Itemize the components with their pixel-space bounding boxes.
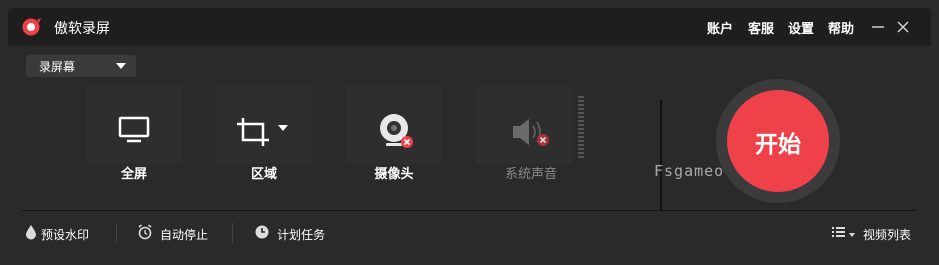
app-title: 傲软录屏 bbox=[54, 21, 110, 37]
audio-level-meter bbox=[578, 96, 584, 158]
scheduled-task-button[interactable]: 计划任务 bbox=[277, 226, 325, 243]
app-logo-icon bbox=[22, 18, 41, 36]
alarm-clock-icon bbox=[138, 224, 152, 240]
account-link[interactable]: 账户 bbox=[707, 18, 733, 37]
speaker-muted-icon[interactable] bbox=[511, 116, 551, 148]
water-drop-icon bbox=[26, 225, 36, 240]
auto-stop-button[interactable]: 自动停止 bbox=[160, 226, 208, 243]
close-icon[interactable] bbox=[895, 19, 911, 35]
bottom-separator bbox=[116, 223, 117, 243]
source-label-system-audio[interactable]: 系统声音 bbox=[471, 163, 591, 182]
title-bar: 傲软录屏 账户 客服 设置 帮助 bbox=[8, 8, 931, 46]
minimize-icon[interactable] bbox=[870, 19, 886, 35]
watermark-preset-button[interactable]: 预设水印 bbox=[41, 226, 89, 243]
start-record-button[interactable]: 开始 bbox=[727, 90, 829, 192]
settings-link[interactable]: 设置 bbox=[788, 18, 814, 37]
help-link[interactable]: 帮助 bbox=[828, 18, 854, 37]
source-label-region[interactable]: 区域 bbox=[204, 163, 324, 182]
source-label-fullscreen[interactable]: 全屏 bbox=[74, 163, 194, 182]
support-link[interactable]: 客服 bbox=[748, 18, 774, 37]
chevron-down-icon[interactable] bbox=[849, 233, 855, 237]
region-options-chevron-icon[interactable] bbox=[278, 125, 288, 131]
record-mode-value: 录屏幕 bbox=[39, 60, 76, 74]
list-icon[interactable] bbox=[831, 224, 847, 240]
recorder-window: 傲软录屏 账户 客服 设置 帮助 录屏幕 全屏 区域 摄像头 系统声音 Fsga… bbox=[8, 8, 931, 257]
start-button-label: 开始 bbox=[755, 132, 801, 158]
chevron-down-icon bbox=[116, 63, 126, 69]
bottom-divider bbox=[22, 210, 917, 211]
clock-icon bbox=[255, 225, 269, 239]
bottom-separator bbox=[232, 223, 233, 243]
source-label-webcam[interactable]: 摄像头 bbox=[334, 163, 454, 182]
webcam-icon[interactable] bbox=[378, 112, 414, 152]
section-divider bbox=[660, 100, 662, 210]
crop-icon[interactable] bbox=[235, 116, 271, 148]
monitor-icon[interactable] bbox=[118, 116, 150, 144]
video-list-button[interactable]: 视频列表 bbox=[863, 226, 911, 243]
record-mode-dropdown[interactable]: 录屏幕 bbox=[26, 55, 136, 77]
